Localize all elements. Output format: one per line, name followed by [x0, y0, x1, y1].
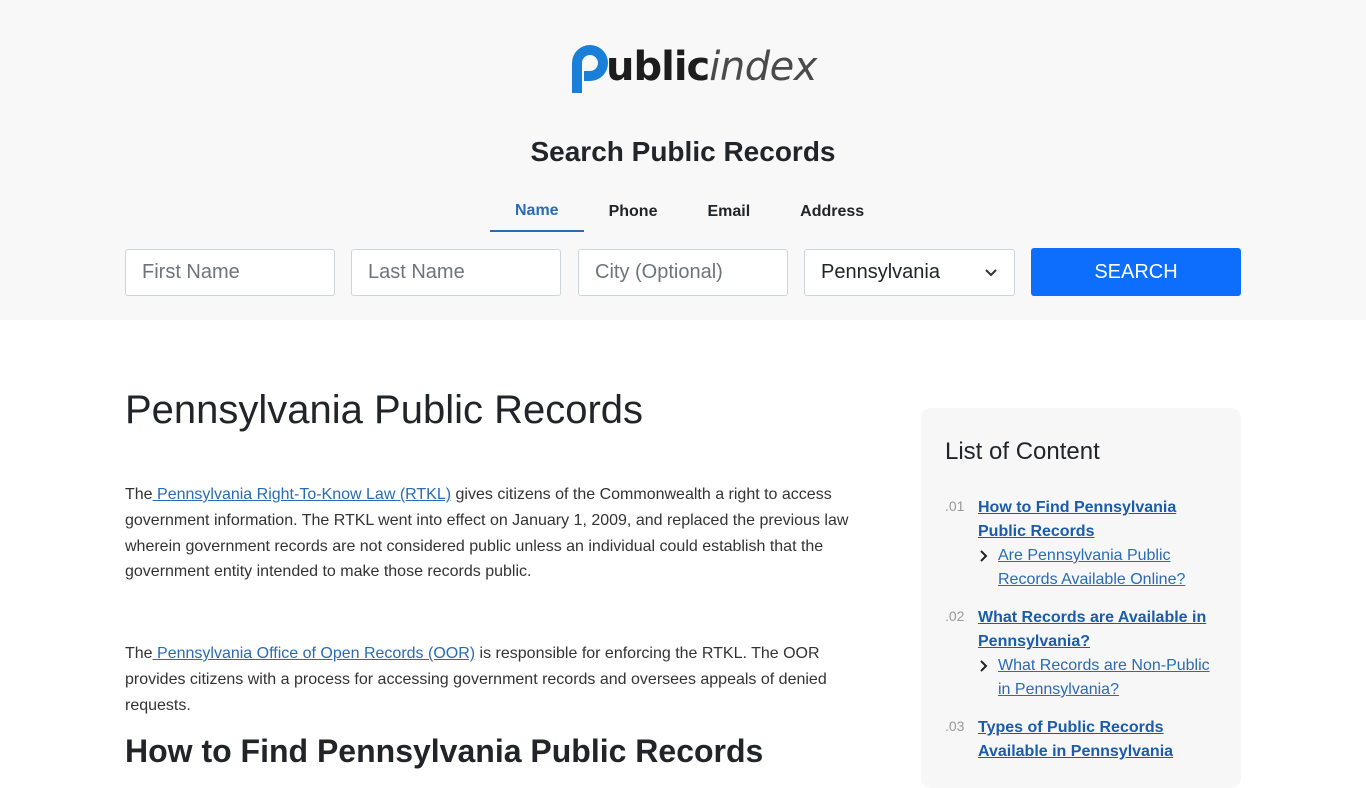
- toc-sub-link[interactable]: What Records are Non-Public in Pennsylva…: [998, 654, 1217, 702]
- toc-link[interactable]: How to Find Pennsylvania Public Records: [978, 499, 1176, 540]
- toc-number: .02: [945, 608, 965, 624]
- toc-number: .01: [945, 498, 965, 514]
- tab-name[interactable]: Name: [490, 192, 584, 232]
- logo-text-bold: ublic: [606, 44, 710, 90]
- chevron-right-icon: [980, 550, 988, 562]
- chevron-down-icon: [985, 268, 997, 276]
- toc-number: .03: [945, 718, 965, 734]
- search-title: Search Public Records: [530, 136, 836, 167]
- oor-paragraph: The Pennsylvania Office of Open Records …: [125, 641, 865, 718]
- main-content: Pennsylvania Public Records The Pennsylv…: [125, 388, 865, 769]
- intro-paragraph: The Pennsylvania Right-To-Know Law (RTKL…: [125, 482, 865, 585]
- section-heading: How to Find Pennsylvania Public Records: [125, 733, 764, 769]
- p2-prefix: The: [125, 645, 153, 662]
- toc-subitem: What Records are Non-Public in Pennsylva…: [978, 654, 1217, 702]
- table-of-contents: List of Content .01 How to Find Pennsylv…: [921, 408, 1241, 788]
- tab-address[interactable]: Address: [775, 192, 889, 232]
- p1-prefix: The: [125, 486, 153, 503]
- tab-email[interactable]: Email: [682, 192, 775, 232]
- chevron-right-icon: [980, 660, 988, 672]
- logo-text-light: index: [709, 44, 817, 90]
- oor-link[interactable]: Pennsylvania Office of Open Records (OOR…: [153, 645, 475, 662]
- toc-link[interactable]: Types of Public Records Available in Pen…: [978, 719, 1173, 760]
- header: ublic index Search Public Records Name P…: [0, 0, 1366, 320]
- page-title: Pennsylvania Public Records: [125, 388, 644, 432]
- search-button[interactable]: SEARCH: [1031, 248, 1241, 296]
- search-tabs: Name Phone Email Address: [490, 192, 889, 232]
- rtkl-link[interactable]: Pennsylvania Right-To-Know Law (RTKL): [153, 486, 451, 503]
- toc-item: .03 Types of Public Records Available in…: [945, 716, 1217, 764]
- toc-item: .02 What Records are Available in Pennsy…: [945, 606, 1217, 702]
- state-select-value: Pennsylvania: [821, 261, 940, 283]
- last-name-input[interactable]: [351, 249, 561, 296]
- publicindex-logo[interactable]: ublic index: [566, 38, 817, 96]
- toc-subitem: Are Pennsylvania Public Records Availabl…: [978, 544, 1217, 592]
- state-select[interactable]: Pennsylvania: [804, 249, 1015, 296]
- first-name-input[interactable]: [125, 249, 335, 296]
- city-input[interactable]: [578, 249, 788, 296]
- toc-sub-link[interactable]: Are Pennsylvania Public Records Availabl…: [998, 544, 1217, 592]
- toc-title: List of Content: [945, 438, 1100, 465]
- tab-phone[interactable]: Phone: [584, 192, 683, 232]
- logo-arrow-icon: [572, 45, 608, 93]
- toc-link[interactable]: What Records are Available in Pennsylvan…: [978, 609, 1206, 650]
- toc-item: .01 How to Find Pennsylvania Public Reco…: [945, 496, 1217, 592]
